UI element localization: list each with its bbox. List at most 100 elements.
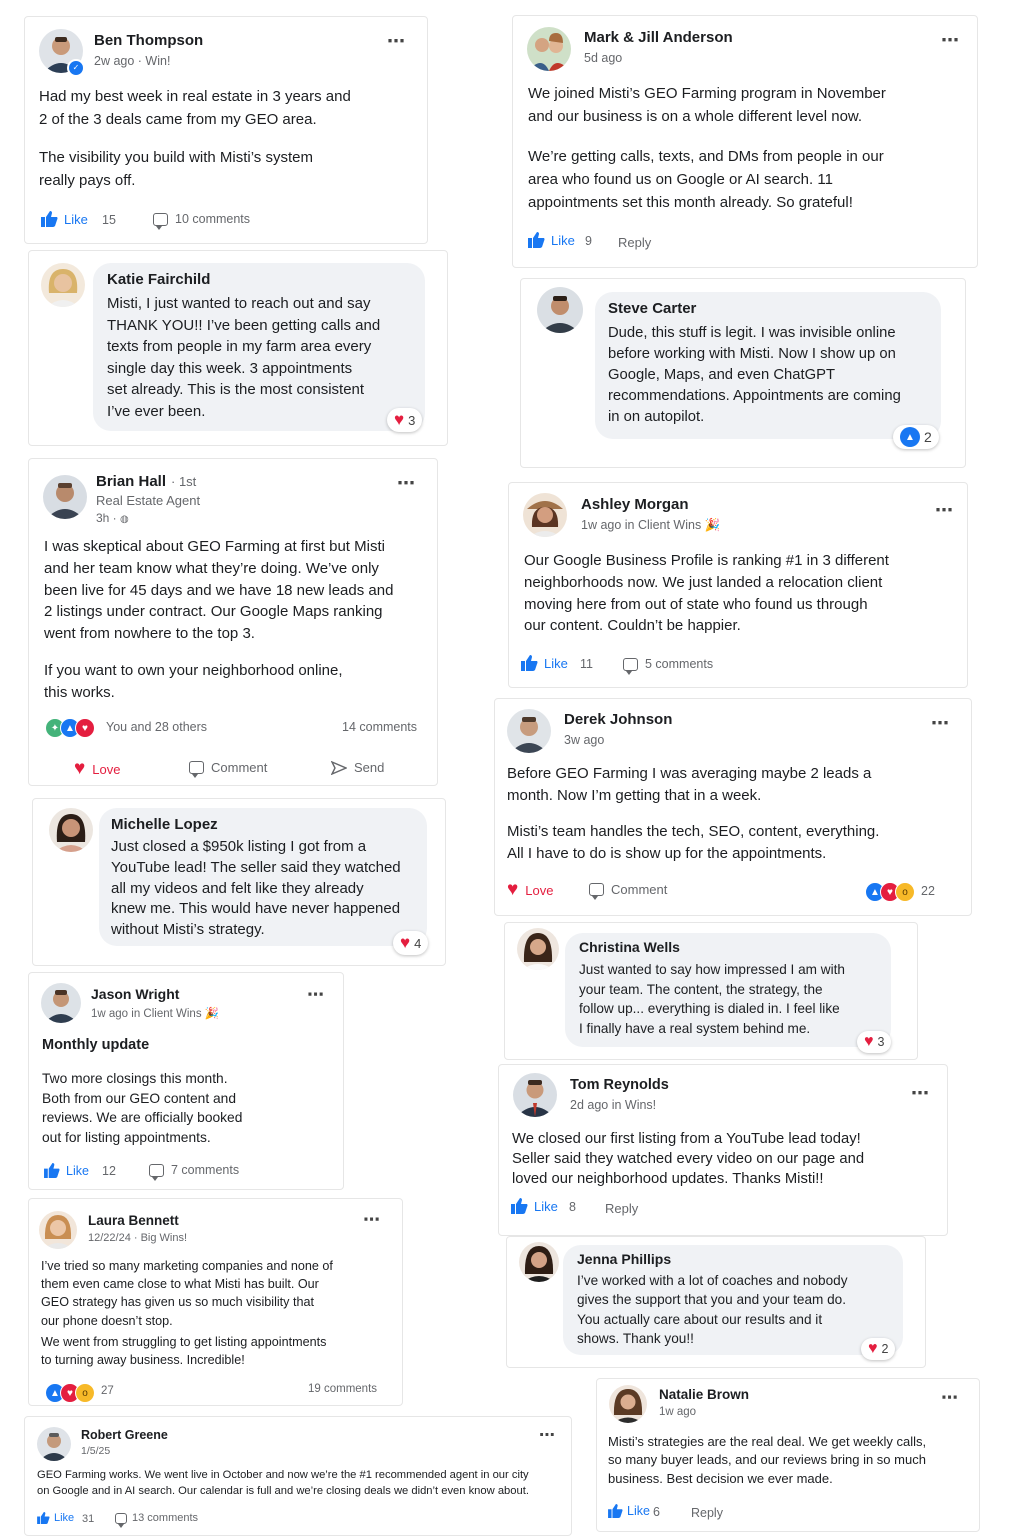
avatar[interactable] — [49, 808, 93, 852]
like-button[interactable]: Like — [41, 211, 88, 227]
like-count: 12 — [102, 1164, 116, 1178]
author-name[interactable]: Robert Greene — [81, 1428, 168, 1442]
more-options-icon[interactable]: ⋯ — [307, 985, 325, 1005]
commenter-name[interactable]: Jenna Phillips — [577, 1251, 671, 1267]
reaction-icons[interactable]: ▲ ♥ o — [865, 882, 915, 902]
post-mark-jill-anderson: Mark & Jill Anderson 5d ago ⋯ We joined … — [512, 15, 978, 268]
love-button[interactable]: ♥ Love — [74, 758, 120, 780]
comment-icon — [623, 657, 638, 675]
thumbs-up-icon — [608, 1504, 623, 1518]
thumbs-up-icon — [528, 232, 545, 248]
reply-button[interactable]: Reply — [691, 1506, 723, 1520]
author-name[interactable]: Ben Thompson — [94, 32, 203, 49]
post-text-2: We’re getting calls, texts, and DMs from… — [528, 148, 884, 211]
post-time: 3h · — [96, 511, 117, 525]
reaction-badge[interactable]: ♥ 2 — [861, 1338, 896, 1360]
avatar[interactable] — [523, 493, 567, 537]
comments-link[interactable]: 7 comments — [149, 1163, 240, 1181]
reaction-icons[interactable]: ✦ ▲ ♥ — [45, 718, 95, 738]
like-label: Like — [544, 655, 568, 671]
comments-count[interactable]: 14 comments — [342, 720, 417, 734]
comment-text: Misti, I just wanted to reach out and sa… — [107, 295, 381, 420]
heart-icon: ♥ — [868, 1340, 878, 1357]
post-meta: 1w ago in Client Wins 🎉 — [91, 1008, 220, 1020]
author-name[interactable]: Derek Johnson — [564, 711, 672, 728]
like-button[interactable]: Like — [608, 1504, 650, 1518]
reactions-summary[interactable]: You and 28 others — [106, 720, 207, 734]
avatar[interactable] — [507, 709, 551, 753]
comment-text: Dude, this stuff is legit. I was invisib… — [608, 325, 901, 425]
avatar[interactable] — [41, 983, 81, 1023]
more-options-icon[interactable]: ⋯ — [911, 1083, 930, 1104]
author-name[interactable]: Laura Bennett — [88, 1213, 179, 1228]
commenter-name[interactable]: Christina Wells — [579, 939, 680, 955]
send-label: Send — [354, 760, 385, 775]
avatar[interactable] — [513, 1073, 557, 1117]
reactions-count[interactable]: 22 — [921, 884, 935, 898]
post-text: Our Google Business Profile is ranking #… — [524, 552, 889, 635]
commenter-name[interactable]: Michelle Lopez — [111, 816, 218, 833]
comment-katie-fairchild: Katie Fairchild Misti, I just wanted to … — [28, 250, 448, 446]
author-name[interactable]: Tom Reynolds — [570, 1077, 669, 1093]
like-button[interactable]: Like — [44, 1163, 89, 1178]
like-button[interactable]: Like — [511, 1198, 558, 1214]
comments-link[interactable]: 13 comments — [115, 1512, 198, 1528]
comment-bubble: Jenna Phillips I’ve worked with a lot of… — [563, 1245, 903, 1355]
like-label: Like — [66, 1163, 89, 1178]
author-name[interactable]: Ashley Morgan — [581, 496, 689, 513]
more-options-icon[interactable]: ⋯ — [539, 1425, 556, 1445]
author-name[interactable]: Jason Wright — [91, 986, 179, 1002]
avatar[interactable] — [609, 1385, 647, 1423]
send-button[interactable]: Send — [331, 760, 384, 775]
like-button[interactable]: Like — [528, 232, 575, 248]
author-name[interactable]: Mark & Jill Anderson — [584, 29, 733, 46]
avatar[interactable] — [537, 287, 583, 333]
like-count: 6 — [653, 1505, 660, 1519]
avatar[interactable] — [37, 1427, 71, 1461]
reactions-count[interactable]: 27 — [101, 1385, 114, 1397]
more-options-icon[interactable]: ⋯ — [387, 31, 406, 52]
post-text: Two more closings this month. Both from … — [42, 1071, 243, 1145]
author-name[interactable]: Natalie Brown — [659, 1387, 749, 1402]
more-options-icon[interactable]: ⋯ — [397, 473, 416, 494]
reaction-icons[interactable]: ▲ ♥ o — [45, 1383, 95, 1403]
avatar[interactable] — [43, 475, 87, 519]
more-options-icon[interactable]: ⋯ — [941, 30, 960, 51]
post-heading: Monthly update — [42, 1037, 150, 1053]
comments-count: 7 comments — [171, 1163, 240, 1177]
reaction-badge[interactable]: ♥ 3 — [387, 408, 423, 432]
reaction-badge[interactable]: ♥ 4 — [393, 931, 429, 955]
like-count: 8 — [569, 1200, 576, 1214]
avatar[interactable] — [527, 27, 571, 71]
like-count: 31 — [82, 1513, 95, 1525]
comments-link[interactable]: 5 comments — [623, 657, 713, 675]
more-options-icon[interactable]: ⋯ — [941, 1388, 959, 1408]
post-text: Before GEO Farming I was averaging maybe… — [507, 765, 872, 804]
more-options-icon[interactable]: ⋯ — [931, 713, 950, 734]
commenter-name[interactable]: Katie Fairchild — [107, 271, 210, 288]
like-button[interactable]: Like — [521, 655, 568, 671]
love-label: Love — [525, 882, 554, 898]
post-derek-johnson: Derek Johnson 3w ago ⋯ Before GEO Farmin… — [494, 698, 972, 916]
reply-button[interactable]: Reply — [605, 1201, 638, 1216]
comments-count[interactable]: 19 comments — [308, 1383, 377, 1395]
avatar[interactable] — [517, 928, 559, 970]
post-text-2: If you want to own your neighborhood onl… — [44, 662, 343, 701]
comment-button[interactable]: Comment — [189, 760, 267, 778]
love-button[interactable]: ♥ Love — [507, 879, 553, 901]
avatar[interactable] — [39, 1211, 77, 1249]
reaction-badge[interactable]: ▲ 2 — [893, 425, 939, 449]
more-options-icon[interactable]: ⋯ — [935, 500, 954, 521]
post-meta: 3w ago — [564, 733, 605, 747]
like-button[interactable]: Like — [37, 1512, 74, 1524]
commenter-name[interactable]: Steve Carter — [608, 300, 696, 317]
avatar[interactable] — [41, 263, 85, 307]
more-options-icon[interactable]: ⋯ — [363, 1210, 381, 1230]
comment-bubble: Steve Carter Dude, this stuff is legit. … — [595, 292, 941, 439]
comments-link[interactable]: 10 comments — [153, 212, 250, 230]
reply-button[interactable]: Reply — [618, 235, 651, 250]
author-name[interactable]: Brian Hall — [96, 473, 166, 490]
avatar[interactable] — [519, 1242, 559, 1282]
comment-button[interactable]: Comment — [589, 882, 667, 900]
reaction-badge[interactable]: ♥ 3 — [857, 1031, 892, 1053]
